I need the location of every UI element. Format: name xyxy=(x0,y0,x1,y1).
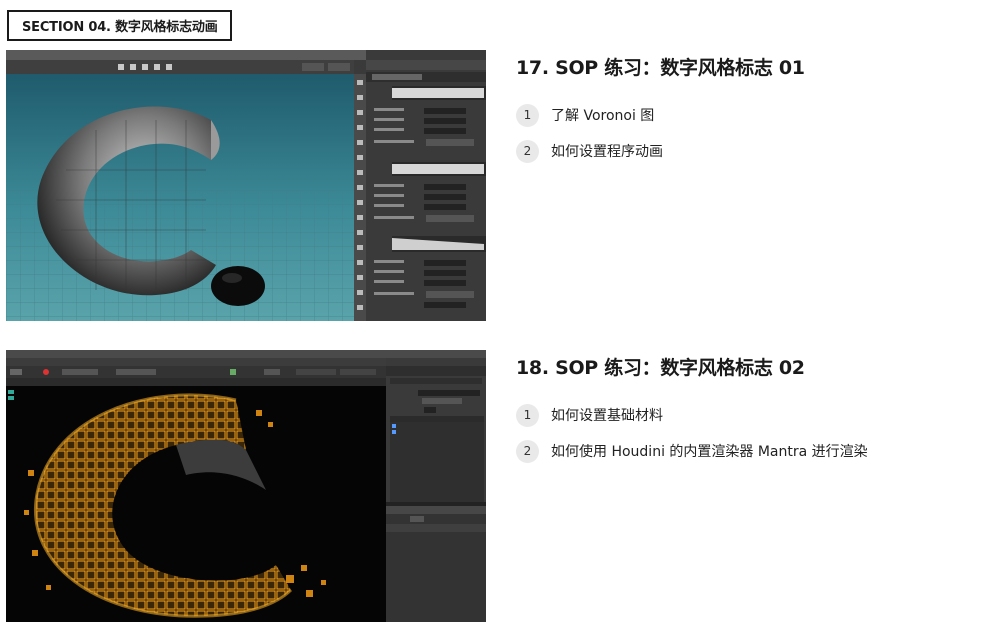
item-text: 如何使用 Houdini 的内置渲染器 Mantra 进行渲染 xyxy=(551,444,868,460)
lesson-title: 18. SOP 练习：数字风格标志 02 xyxy=(516,357,805,379)
lesson-title: 17. SOP 练习：数字风格标志 01 xyxy=(516,57,805,79)
houdini-screenshot-2 xyxy=(6,350,486,622)
list-item: 2 如何设置程序动画 xyxy=(516,139,986,163)
section-label: SECTION 04. 数字风格标志动画 xyxy=(22,20,218,35)
lesson-item-list: 1 如何设置基础材料 2 如何使用 Houdini 的内置渲染器 Mantra … xyxy=(516,403,986,463)
lesson-item-list: 1 了解 Voronoi 图 2 如何设置程序动画 xyxy=(516,103,986,163)
item-number-badge: 2 xyxy=(516,439,539,463)
section-tag: SECTION 04. 数字风格标志动画 xyxy=(7,10,232,41)
houdini-screenshot-1 xyxy=(6,50,486,321)
list-item: 1 了解 Voronoi 图 xyxy=(516,103,986,127)
lesson-17: 17. SOP 练习：数字风格标志 01 1 了解 Voronoi 图 2 如何… xyxy=(516,54,986,175)
item-text: 了解 Voronoi 图 xyxy=(551,108,655,124)
list-item: 1 如何设置基础材料 xyxy=(516,403,986,427)
lesson-18: 18. SOP 练习：数字风格标志 02 1 如何设置基础材料 2 如何使用 H… xyxy=(516,354,986,475)
item-number-badge: 1 xyxy=(516,403,539,427)
item-text: 如何设置程序动画 xyxy=(551,144,663,160)
item-text: 如何设置基础材料 xyxy=(551,408,663,424)
item-number-badge: 1 xyxy=(516,103,539,127)
list-item: 2 如何使用 Houdini 的内置渲染器 Mantra 进行渲染 xyxy=(516,439,986,463)
item-number-badge: 2 xyxy=(516,139,539,163)
